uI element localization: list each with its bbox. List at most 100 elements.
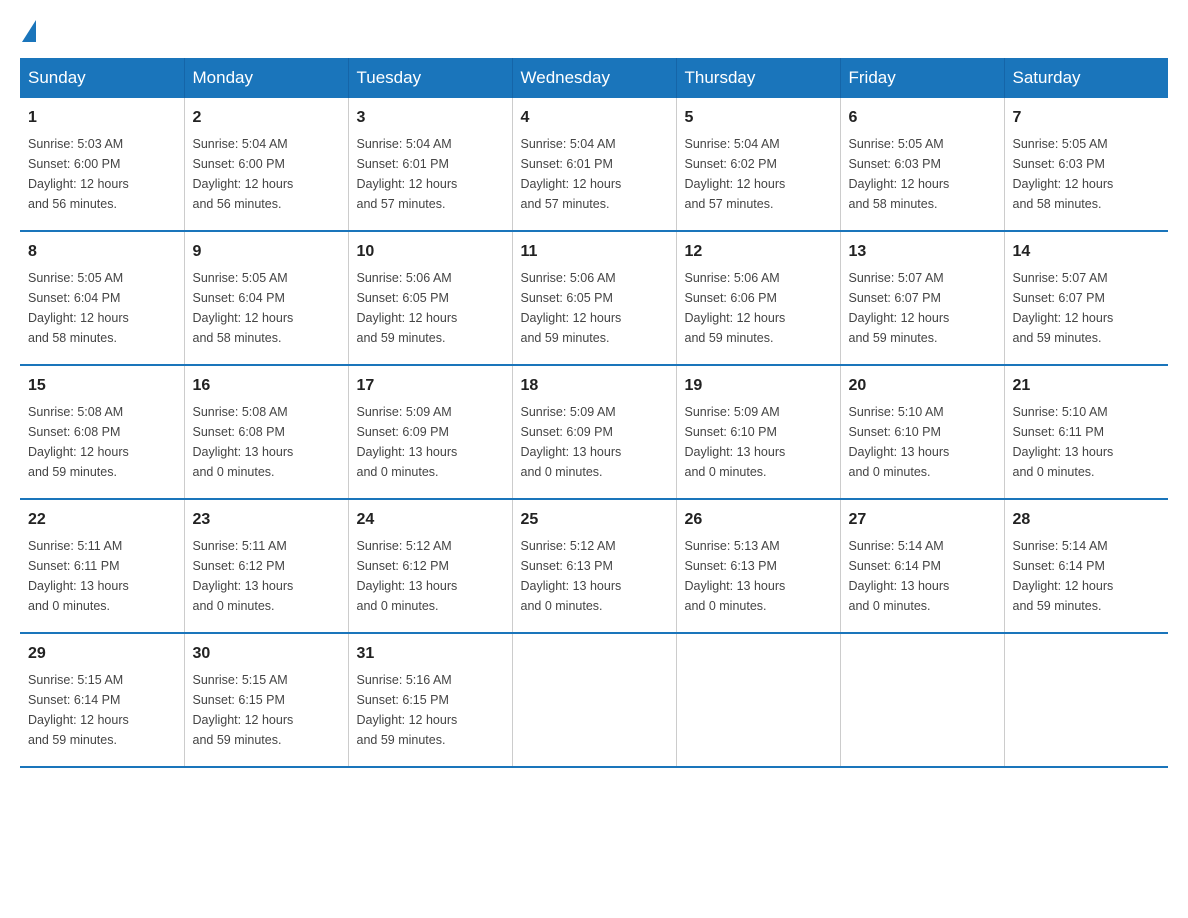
day-number: 19 — [685, 374, 832, 398]
day-number: 14 — [1013, 240, 1161, 264]
day-info: Sunrise: 5:05 AMSunset: 6:03 PMDaylight:… — [1013, 137, 1114, 211]
day-number: 20 — [849, 374, 996, 398]
calendar-table: SundayMondayTuesdayWednesdayThursdayFrid… — [20, 58, 1168, 768]
day-number: 17 — [357, 374, 504, 398]
calendar-header: SundayMondayTuesdayWednesdayThursdayFrid… — [20, 58, 1168, 98]
day-number: 5 — [685, 106, 832, 130]
header-cell-sunday: Sunday — [20, 58, 184, 98]
day-number: 21 — [1013, 374, 1161, 398]
day-cell — [840, 633, 1004, 767]
day-info: Sunrise: 5:04 AMSunset: 6:01 PMDaylight:… — [357, 137, 458, 211]
day-number: 24 — [357, 508, 504, 532]
day-cell: 23 Sunrise: 5:11 AMSunset: 6:12 PMDayligh… — [184, 499, 348, 633]
day-info: Sunrise: 5:09 AMSunset: 6:10 PMDaylight:… — [685, 405, 786, 479]
day-info: Sunrise: 5:16 AMSunset: 6:15 PMDaylight:… — [357, 673, 458, 747]
header-cell-thursday: Thursday — [676, 58, 840, 98]
day-number: 15 — [28, 374, 176, 398]
day-info: Sunrise: 5:15 AMSunset: 6:15 PMDaylight:… — [193, 673, 294, 747]
day-info: Sunrise: 5:07 AMSunset: 6:07 PMDaylight:… — [849, 271, 950, 345]
day-cell: 31 Sunrise: 5:16 AMSunset: 6:15 PMDayligh… — [348, 633, 512, 767]
day-cell: 11 Sunrise: 5:06 AMSunset: 6:05 PMDayligh… — [512, 231, 676, 365]
day-cell: 9Sunrise: 5:05 AMSunset: 6:04 PMDaylight… — [184, 231, 348, 365]
week-row-4: 22 Sunrise: 5:11 AMSunset: 6:11 PMDayligh… — [20, 499, 1168, 633]
logo — [20, 20, 36, 38]
header-cell-tuesday: Tuesday — [348, 58, 512, 98]
day-number: 9 — [193, 240, 340, 264]
logo-top-row — [20, 20, 36, 42]
day-cell: 25 Sunrise: 5:12 AMSunset: 6:13 PMDayligh… — [512, 499, 676, 633]
day-info: Sunrise: 5:07 AMSunset: 6:07 PMDaylight:… — [1013, 271, 1114, 345]
day-info: Sunrise: 5:12 AMSunset: 6:13 PMDaylight:… — [521, 539, 622, 613]
day-number: 16 — [193, 374, 340, 398]
day-number: 28 — [1013, 508, 1161, 532]
day-info: Sunrise: 5:04 AMSunset: 6:00 PMDaylight:… — [193, 137, 294, 211]
day-number: 13 — [849, 240, 996, 264]
day-cell: 4 Sunrise: 5:04 AMSunset: 6:01 PMDaylight… — [512, 98, 676, 231]
day-number: 3 — [357, 106, 504, 130]
calendar-body: 1 Sunrise: 5:03 AMSunset: 6:00 PMDaylight… — [20, 98, 1168, 767]
day-info: Sunrise: 5:05 AMSunset: 6:03 PMDaylight:… — [849, 137, 950, 211]
day-number: 18 — [521, 374, 668, 398]
day-info: Sunrise: 5:13 AMSunset: 6:13 PMDaylight:… — [685, 539, 786, 613]
day-number: 25 — [521, 508, 668, 532]
day-number: 4 — [521, 106, 668, 130]
day-info: Sunrise: 5:15 AMSunset: 6:14 PMDaylight:… — [28, 673, 129, 747]
page-header — [20, 20, 1168, 38]
day-info: Sunrise: 5:08 AMSunset: 6:08 PMDaylight:… — [28, 405, 129, 479]
day-info: Sunrise: 5:09 AMSunset: 6:09 PMDaylight:… — [521, 405, 622, 479]
day-number: 26 — [685, 508, 832, 532]
header-cell-monday: Monday — [184, 58, 348, 98]
day-cell: 20 Sunrise: 5:10 AMSunset: 6:10 PMDayligh… — [840, 365, 1004, 499]
day-number: 22 — [28, 508, 176, 532]
week-row-1: 1 Sunrise: 5:03 AMSunset: 6:00 PMDaylight… — [20, 98, 1168, 231]
day-cell: 7Sunrise: 5:05 AMSunset: 6:03 PMDaylight… — [1004, 98, 1168, 231]
day-cell: 6 Sunrise: 5:05 AMSunset: 6:03 PMDaylight… — [840, 98, 1004, 231]
day-number: 6 — [849, 106, 996, 130]
day-cell: 24 Sunrise: 5:12 AMSunset: 6:12 PMDayligh… — [348, 499, 512, 633]
header-row: SundayMondayTuesdayWednesdayThursdayFrid… — [20, 58, 1168, 98]
day-number: 29 — [28, 642, 176, 666]
day-number: 12 — [685, 240, 832, 264]
day-cell: 13 Sunrise: 5:07 AMSunset: 6:07 PMDayligh… — [840, 231, 1004, 365]
day-info: Sunrise: 5:10 AMSunset: 6:10 PMDaylight:… — [849, 405, 950, 479]
day-info: Sunrise: 5:03 AMSunset: 6:00 PMDaylight:… — [28, 137, 129, 211]
day-info: Sunrise: 5:12 AMSunset: 6:12 PMDaylight:… — [357, 539, 458, 613]
day-info: Sunrise: 5:09 AMSunset: 6:09 PMDaylight:… — [357, 405, 458, 479]
day-number: 10 — [357, 240, 504, 264]
day-cell: 21 Sunrise: 5:10 AMSunset: 6:11 PMDayligh… — [1004, 365, 1168, 499]
day-info: Sunrise: 5:11 AMSunset: 6:12 PMDaylight:… — [193, 539, 294, 613]
day-info: Sunrise: 5:10 AMSunset: 6:11 PMDaylight:… — [1013, 405, 1114, 479]
day-cell: 17 Sunrise: 5:09 AMSunset: 6:09 PMDayligh… — [348, 365, 512, 499]
day-info: Sunrise: 5:08 AMSunset: 6:08 PMDaylight:… — [193, 405, 294, 479]
day-info: Sunrise: 5:06 AMSunset: 6:05 PMDaylight:… — [521, 271, 622, 345]
day-info: Sunrise: 5:06 AMSunset: 6:05 PMDaylight:… — [357, 271, 458, 345]
day-cell: 12 Sunrise: 5:06 AMSunset: 6:06 PMDayligh… — [676, 231, 840, 365]
day-info: Sunrise: 5:06 AMSunset: 6:06 PMDaylight:… — [685, 271, 786, 345]
day-cell: 29 Sunrise: 5:15 AMSunset: 6:14 PMDayligh… — [20, 633, 184, 767]
day-cell: 22 Sunrise: 5:11 AMSunset: 6:11 PMDayligh… — [20, 499, 184, 633]
week-row-3: 15 Sunrise: 5:08 AMSunset: 6:08 PMDayligh… — [20, 365, 1168, 499]
day-cell: 8 Sunrise: 5:05 AMSunset: 6:04 PMDaylight… — [20, 231, 184, 365]
day-number: 11 — [521, 240, 668, 264]
day-number: 1 — [28, 106, 176, 130]
day-cell: 14 Sunrise: 5:07 AMSunset: 6:07 PMDayligh… — [1004, 231, 1168, 365]
day-cell: 18 Sunrise: 5:09 AMSunset: 6:09 PMDayligh… — [512, 365, 676, 499]
day-info: Sunrise: 5:14 AMSunset: 6:14 PMDaylight:… — [1013, 539, 1114, 613]
day-number: 27 — [849, 508, 996, 532]
day-info: Sunrise: 5:05 AMSunset: 6:04 PMDaylight:… — [28, 271, 129, 345]
day-number: 30 — [193, 642, 340, 666]
day-info: Sunrise: 5:04 AMSunset: 6:01 PMDaylight:… — [521, 137, 622, 211]
day-number: 31 — [357, 642, 504, 666]
day-cell: 16 Sunrise: 5:08 AMSunset: 6:08 PMDayligh… — [184, 365, 348, 499]
day-number: 8 — [28, 240, 176, 264]
day-cell: 3 Sunrise: 5:04 AMSunset: 6:01 PMDaylight… — [348, 98, 512, 231]
logo-container — [20, 20, 36, 38]
day-info: Sunrise: 5:11 AMSunset: 6:11 PMDaylight:… — [28, 539, 129, 613]
day-cell — [1004, 633, 1168, 767]
day-number: 2 — [193, 106, 340, 130]
day-cell: 5 Sunrise: 5:04 AMSunset: 6:02 PMDaylight… — [676, 98, 840, 231]
day-cell: 2 Sunrise: 5:04 AMSunset: 6:00 PMDaylight… — [184, 98, 348, 231]
day-number: 23 — [193, 508, 340, 532]
day-info: Sunrise: 5:04 AMSunset: 6:02 PMDaylight:… — [685, 137, 786, 211]
day-cell — [676, 633, 840, 767]
